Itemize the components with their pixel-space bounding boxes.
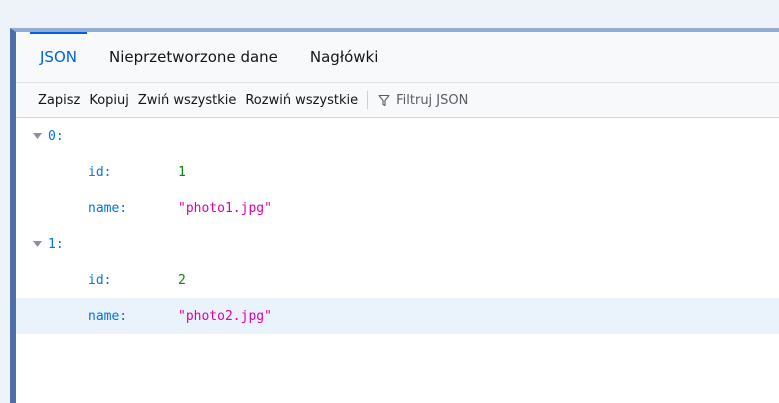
tree-property-row[interactable]: id: 1	[16, 154, 779, 190]
triangle-down-icon[interactable]	[32, 239, 42, 249]
tree-group-row[interactable]: 1:	[16, 226, 779, 262]
collapse-all-button[interactable]: Zwiń wszystkie	[138, 93, 236, 108]
property-key: name:	[88, 200, 128, 216]
expand-all-button[interactable]: Rozwiń wszystkie	[245, 93, 358, 108]
save-button[interactable]: Zapisz	[38, 93, 80, 108]
tree-group-row[interactable]: 0:	[16, 118, 779, 154]
property-value: "photo2.jpg"	[178, 308, 272, 324]
filter-icon	[378, 94, 390, 106]
property-value: 1	[178, 164, 186, 180]
tree-property-row[interactable]: id: 2	[16, 262, 779, 298]
copy-button[interactable]: Kopiuj	[89, 93, 129, 108]
toolbar: Zapisz Kopiuj Zwiń wszystkie Rozwiń wszy…	[16, 83, 779, 118]
group-key: 0:	[48, 128, 64, 144]
triangle-down-icon[interactable]	[32, 131, 42, 141]
tab-bar: JSON Nieprzetworzone dane Nagłówki	[16, 32, 779, 83]
tree-property-row[interactable]: name: "photo1.jpg"	[16, 190, 779, 226]
json-viewer-window: JSON Nieprzetworzone dane Nagłówki Zapis…	[10, 28, 779, 403]
tree-property-row-selected[interactable]: name: "photo2.jpg"	[16, 298, 779, 334]
tab-headers[interactable]: Nagłówki	[300, 32, 389, 82]
property-key: id:	[88, 272, 112, 288]
property-value: "photo1.jpg"	[178, 200, 272, 216]
tab-raw-data[interactable]: Nieprzetworzone dane	[99, 32, 288, 82]
property-key: id:	[88, 164, 112, 180]
json-tree: 0: id: 1 name: "photo1.jpg" 1: id: 2 nam…	[16, 118, 779, 334]
filter-json-input[interactable]: Filtruj JSON	[378, 93, 468, 108]
group-key: 1:	[48, 236, 64, 252]
filter-placeholder: Filtruj JSON	[396, 92, 469, 108]
toolbar-divider	[367, 91, 369, 109]
property-key: name:	[88, 308, 128, 324]
tab-json[interactable]: JSON	[30, 32, 87, 82]
property-value: 2	[178, 272, 186, 288]
